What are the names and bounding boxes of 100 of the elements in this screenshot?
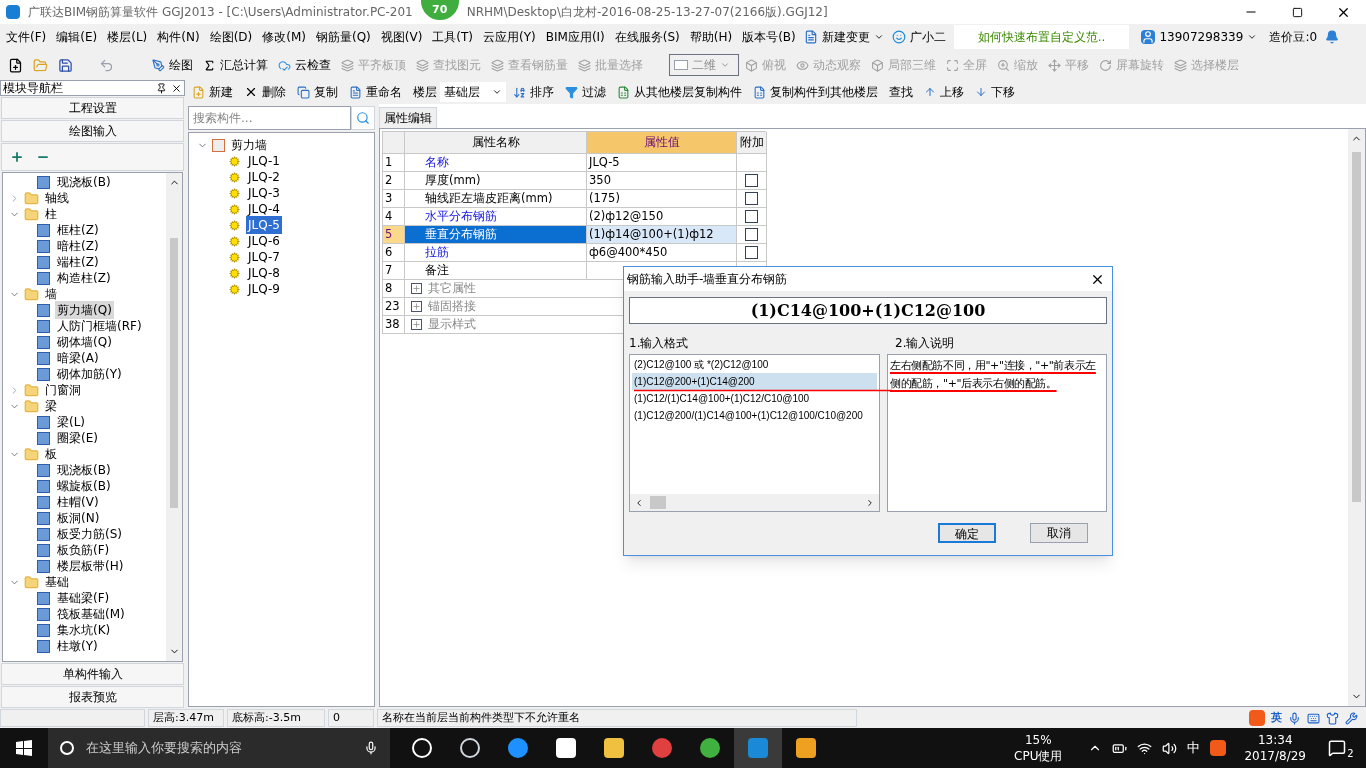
taskbar-search-field[interactable]: 在这里输入你要搜索的内容 [48,728,390,768]
copy-from-button[interactable]: 从其他楼层复制构件 [613,81,746,103]
menu-item[interactable]: 视图(V) [376,28,427,46]
copy-button[interactable]: 复制 [293,81,342,103]
expand-icon[interactable] [411,319,422,330]
filter-button[interactable]: 过滤 [561,81,610,103]
rename-button[interactable]: 重命名 [345,81,406,103]
component-item[interactable]: JLQ-6 [246,232,282,250]
scroll-thumb[interactable] [1352,152,1361,502]
volume-icon[interactable] [1162,740,1178,756]
tree-item[interactable]: 柱帽(V) [55,493,101,511]
scroll-thumb[interactable] [170,238,178,508]
expand-icon[interactable] [411,283,422,294]
tree-item[interactable]: 暗柱(Z) [55,237,101,255]
menu-item[interactable]: 钢筋量(Q) [311,28,375,46]
property-tab[interactable]: 属性编辑 [379,107,437,128]
tree-item[interactable]: 暗梁(A) [55,349,101,367]
mic-icon[interactable] [364,741,378,755]
assistant-button[interactable]: 广小二 [891,28,946,46]
tree-item[interactable]: 人防门框墙(RF) [55,317,144,335]
component-item[interactable]: JLQ-9 [246,280,282,298]
checkbox[interactable] [745,228,758,241]
tree-item[interactable]: 剪力墙(Q) [55,301,114,319]
find-button[interactable]: 查找 [885,81,917,103]
tree-item[interactable]: 板 [43,445,59,463]
format-option[interactable]: (1)C12/(1)C14@100+(1)C12/C10@100 [632,390,877,407]
menu-item[interactable]: 绘图(D) [205,28,257,46]
new-button[interactable]: 新建 [188,81,237,103]
component-item[interactable]: JLQ-5 [246,216,282,234]
tree-item[interactable]: 框柱(Z) [55,221,101,239]
tree-item[interactable]: 筏板基础(M) [55,605,127,623]
search-input[interactable]: 在这里输入你要搜索的内容 [86,738,352,758]
ok-button[interactable]: 确定 [938,523,996,543]
scroll-left-icon[interactable] [634,497,644,508]
nav-section-button[interactable]: 报表预览 [1,686,184,708]
tree-item[interactable]: 现浇板(B) [55,173,113,191]
tree-item[interactable]: 集水坑(K) [55,621,113,639]
tip-link[interactable]: 如何快速布置自定义范.. [953,25,1130,49]
copy-to-button[interactable]: 复制构件到其他楼层 [749,81,882,103]
tree-item[interactable]: 板负筋(F) [55,541,112,559]
move-down-button[interactable]: 下移 [971,81,1019,103]
component-item[interactable]: JLQ-3 [246,184,282,202]
menu-item[interactable]: 构件(N) [153,28,204,46]
menu-item[interactable]: 云应用(Y) [479,28,540,46]
menu-item[interactable]: 帮助(H) [685,28,737,46]
menu-item[interactable]: 编辑(E) [52,28,102,46]
toolbar-button[interactable]: 汇总计算 [199,54,272,76]
scrollbar[interactable] [630,494,879,511]
component-item[interactable]: JLQ-1 [246,152,282,170]
tree-item[interactable]: 端柱(Z) [55,253,101,271]
tree-item[interactable]: 门窗洞 [43,381,83,399]
bell-icon[interactable] [1325,30,1340,44]
menu-item[interactable]: 修改(M) [258,28,310,46]
scrollbar[interactable] [1348,129,1365,706]
format-option[interactable]: (1)C12@200+(1)C14@200 [632,373,877,390]
menu-item[interactable]: 文件(F) [2,28,51,46]
tree-item[interactable]: 板受力筋(S) [55,525,124,543]
component-item[interactable]: JLQ-2 [246,168,282,186]
checkbox[interactable] [745,210,758,223]
format-option[interactable]: (1)C12@200/(1)C14@100+(1)C12@100/C10@200 [632,407,877,424]
search-button[interactable] [351,106,375,130]
component-item[interactable]: JLQ-7 [246,248,282,266]
nav-section-button[interactable]: 单构件输入 [1,663,184,685]
menu-item[interactable]: 工具(T) [428,28,478,46]
search-field[interactable]: 搜索构件... [188,106,351,130]
tree-item[interactable]: 楼层板带(H) [55,557,126,575]
tree-item[interactable]: 现浇板(B) [55,461,113,479]
tree-item[interactable]: 砌体墙(Q) [55,333,114,351]
tree-item[interactable]: 梁 [43,397,59,415]
formula-field[interactable]: (1)C14@100+(1)C12@100 [629,297,1107,324]
tree-item[interactable]: 轴线 [43,189,71,207]
tree-item[interactable]: 砌体加筋(Y) [55,365,124,383]
checkbox[interactable] [745,174,758,187]
new-file-icon[interactable] [8,57,23,73]
tree-item[interactable]: 基础梁(F) [55,589,112,607]
scroll-thumb[interactable] [650,496,666,509]
move-up-button[interactable]: 上移 [920,81,968,103]
delete-button[interactable]: 删除 [240,81,290,103]
pin-icon[interactable] [156,82,167,94]
tree-item[interactable]: 剪力墙 [231,136,267,154]
close-icon[interactable] [171,82,182,94]
account-menu[interactable]: 13907298339 [1141,28,1258,46]
component-item[interactable]: JLQ-8 [246,264,282,282]
tree-item[interactable]: 墙 [43,285,59,303]
tree-item[interactable]: 柱 [43,205,59,223]
tree-item[interactable]: 圈梁(E) [55,429,100,447]
wifi-icon[interactable] [1137,740,1153,756]
new-change-menu[interactable]: 新建变更 [803,28,884,46]
keyboard-icon[interactable] [1307,711,1320,725]
nav-section-button[interactable]: 绘图输入 [1,120,184,142]
menu-item[interactable]: 在线服务(S) [610,28,684,46]
tree-item[interactable]: 柱墩(Y) [55,637,100,655]
component-item[interactable]: JLQ-4 [246,200,282,218]
cancel-button[interactable]: 取消 [1030,523,1088,543]
scroll-right-icon[interactable] [865,497,875,508]
checkbox[interactable] [745,246,758,259]
nav-section-button[interactable]: 工程设置 [1,97,184,119]
save-icon[interactable] [58,57,73,73]
toolbar-button[interactable]: 绘图 [148,54,197,76]
shirt-icon[interactable] [1326,711,1339,725]
